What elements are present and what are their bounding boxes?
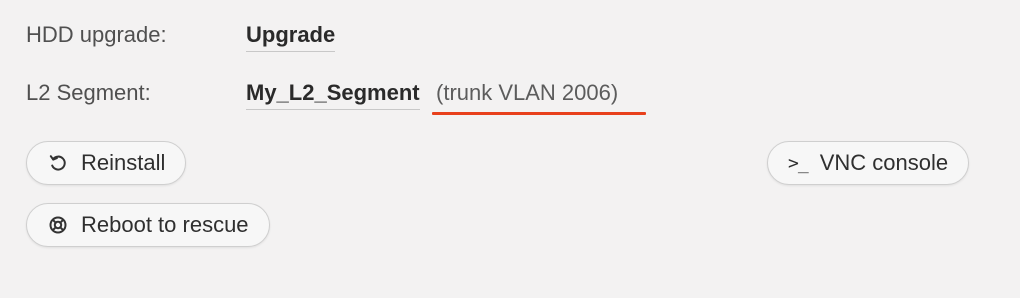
hdd-upgrade-label: HDD upgrade: (26, 22, 167, 47)
vnc-console-button-label: VNC console (819, 150, 949, 175)
terminal-icon: >_ (788, 152, 809, 174)
l2-segment-vlan-note: (trunk VLAN 2006) (436, 80, 619, 105)
reinstall-icon (47, 152, 69, 174)
l2-segment-label: L2 Segment: (26, 80, 151, 105)
reinstall-button-label: Reinstall (81, 150, 166, 175)
hdd-upgrade-link[interactable]: Upgrade (246, 22, 336, 52)
reboot-to-rescue-button[interactable]: Reboot to rescue (26, 203, 270, 247)
reinstall-button[interactable]: Reinstall (26, 141, 187, 185)
vlan-note-highlight-underline (432, 112, 646, 115)
reboot-to-rescue-button-label: Reboot to rescue (81, 212, 249, 237)
vnc-console-button[interactable]: >_ VNC console (767, 141, 970, 185)
l2-segment-link[interactable]: My_L2_Segment (246, 80, 420, 110)
lifebuoy-icon (47, 214, 69, 236)
